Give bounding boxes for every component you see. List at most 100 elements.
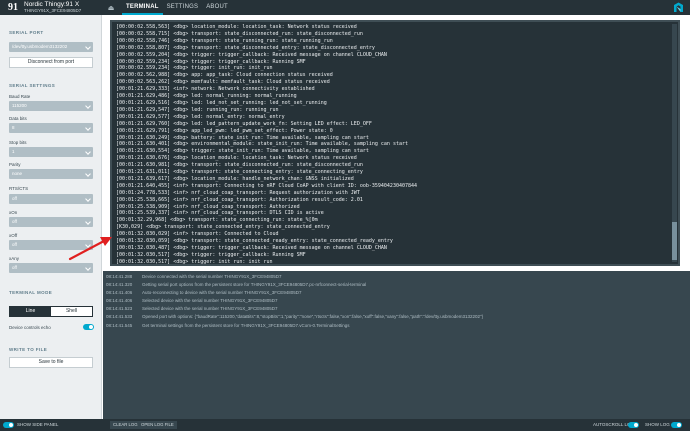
log-timestamp: 08:14:41.533: [106, 314, 133, 320]
stop-bits-select[interactable]: 1: [9, 147, 93, 157]
log-message: Getting serial port options from the per…: [142, 282, 367, 288]
terminal-line: [00:01:21.630,401] <dbg> environmental_m…: [116, 141, 408, 148]
red-arrow-annotation: [68, 237, 112, 261]
terminal-line: [00:00:02.563,262] <dbg> memfault: memfa…: [116, 79, 330, 86]
log-timestamp: 08:14:41.523: [106, 306, 133, 312]
write-to-file-title: WRITE TO FILE: [9, 347, 48, 352]
tab-bar: TERMINAL SETTINGS ABOUT: [122, 0, 232, 15]
xany-select[interactable]: off: [9, 263, 93, 273]
terminal-line: [00:01:21.630,676] <dbg> location_module…: [116, 155, 357, 162]
show-log-label: SHOW LOG: [645, 422, 670, 427]
terminal-line: [00:00:02.559,234] <dbg> trigger: trigge…: [116, 58, 306, 65]
terminal-line: [00:01:21.629,547] <dbg> led: running_ru…: [116, 106, 279, 113]
mode-shell-button[interactable]: Shell: [51, 307, 92, 316]
tab-about[interactable]: ABOUT: [202, 0, 232, 15]
terminal-line: [00:01:21.629,760] <dbg> led: led_patter…: [116, 120, 372, 127]
terminal-lines: [00:00:02.558,563] <dbg> location_module…: [116, 24, 668, 265]
log-panel[interactable]: 08:14:41.288 Device connected with the se…: [103, 271, 690, 419]
tab-settings[interactable]: SETTINGS: [163, 0, 203, 15]
device-echo-toggle[interactable]: [83, 324, 94, 330]
terminal-line: [00:01:32.030,029] <inf> transport: Conn…: [116, 231, 279, 238]
nordic-logo-icon: [674, 2, 683, 12]
eject-icon[interactable]: ⏏: [106, 4, 116, 12]
data-bits-select[interactable]: 8: [9, 123, 93, 133]
xoff-label: xOff: [9, 233, 18, 238]
parity-select[interactable]: none: [9, 169, 93, 179]
terminal-line: [00:00:02.562,988] <dbg> app: app_task: …: [116, 72, 333, 79]
terminal-line: [K30,029] <dbg> transport: state_connect…: [116, 224, 330, 231]
terminal-line: [00:00:02.558,715] <dbg> transport: stat…: [116, 30, 363, 37]
port-select[interactable]: /dev/tty.usbmodem3132202: [9, 42, 93, 52]
show-side-panel-label: SHOW SIDE PANEL: [17, 422, 59, 427]
log-timestamp: 08:14:41.406: [106, 298, 133, 304]
device-serial: THINGY91X_3FCE94805D7: [24, 8, 82, 13]
device-echo-label: Device controls echo: [9, 325, 51, 330]
log-row: 08:14:41.288 Device connected with the se…: [106, 273, 483, 281]
terminal-line: [00:01:21.630,249] <dbg> battery: state_…: [116, 134, 369, 141]
terminal-line: [00:01:25.538,909] <inf> nrf_cloud_coap_…: [116, 203, 300, 210]
tab-terminal[interactable]: TERMINAL: [122, 0, 163, 15]
device-selector[interactable]: Nordic Thingy:91 X THINGY91X_3FCE94805D7: [24, 1, 106, 14]
port-value: /dev/tty.usbmodem3132202: [12, 44, 68, 49]
log-message: Opened port with options: {"baudRate":11…: [142, 314, 484, 320]
rtscts-label: RTS/CTS: [9, 186, 29, 191]
stop-bits-value: 1: [12, 149, 15, 154]
chevron-down-icon: [85, 219, 91, 225]
log-timestamp: 08:14:41.545: [106, 322, 133, 328]
baud-rate-select[interactable]: 115200: [9, 101, 93, 111]
data-bits-label: Data bits: [9, 116, 27, 121]
serial-settings-title: SERIAL SETTINGS: [9, 83, 56, 88]
rtscts-value: off: [12, 196, 17, 201]
disconnect-button[interactable]: Disconnect from port: [9, 57, 93, 68]
terminal-line: [00:01:25.539,337] <inf> nrf_cloud_coap_…: [116, 210, 324, 217]
side-panel: SERIAL PORT /dev/tty.usbmodem3132202 Dis…: [0, 15, 102, 419]
terminal-line: [00:01:21.629,486] <dbg> led: normal_run…: [116, 93, 297, 100]
save-to-file-button[interactable]: Save to file: [9, 357, 93, 368]
log-message: Auto-reconnecting to device with the ser…: [142, 290, 302, 296]
terminal-line: [00:01:21.629,791] <dbg> app_led_pwm: le…: [116, 127, 333, 134]
chevron-down-icon: [85, 125, 91, 131]
app-icon: 91: [8, 2, 18, 13]
terminal-line: [00:01:32.030,059] <dbg> transport: stat…: [116, 238, 393, 245]
autoscroll-log-toggle[interactable]: [628, 422, 639, 428]
terminal-output[interactable]: [00:00:02.558,563] <dbg> location_module…: [110, 20, 680, 266]
terminal-line: [00:01:32.29,968] <dbg> transport: state…: [116, 217, 318, 224]
log-timestamp: 08:14:41.320: [106, 282, 133, 288]
xany-label: xAny: [9, 256, 20, 261]
log-message: Get terminal settings from the persisten…: [142, 322, 350, 328]
terminal-scroll-thumb[interactable]: [672, 222, 677, 260]
chevron-down-icon: [85, 103, 91, 109]
clear-log-button[interactable]: CLEAR LOG: [110, 421, 141, 429]
show-side-panel-toggle[interactable]: [3, 422, 14, 428]
terminal-line: [00:01:24.778,533] <inf> nrf_cloud_coap_…: [116, 189, 360, 196]
mode-line-button[interactable]: Line: [10, 307, 51, 316]
terminal-line: [00:00:02.559,234] <dbg> trigger: init_r…: [116, 65, 273, 72]
log-message: Device connected with the serial number …: [142, 274, 282, 279]
baud-rate-label: Baud Rate: [9, 94, 31, 99]
terminal-line: [00:01:32.030,517] <dbg> trigger: trigge…: [116, 251, 306, 258]
xany-value: off: [12, 265, 17, 270]
chevron-down-icon: [85, 171, 91, 177]
terminal-line: [00:01:32.030,517] <dbg> trigger: init_r…: [116, 258, 273, 265]
show-log-toggle[interactable]: [671, 422, 682, 428]
chevron-down-icon: [85, 196, 91, 202]
rtscts-select[interactable]: off: [9, 194, 93, 204]
open-log-file-button[interactable]: OPEN LOG FILE: [138, 421, 177, 429]
baud-rate-value: 115200: [12, 103, 27, 108]
terminal-line: [00:00:02.559,204] <dbg> trigger: trigge…: [116, 51, 387, 58]
terminal-line: [00:01:21.629,516] <dbg> led: led_not_se…: [116, 99, 327, 106]
log-timestamp: 08:14:41.288: [106, 274, 133, 279]
terminal-line: [00:01:25.538,665] <inf> nrf_cloud_coap_…: [116, 196, 363, 203]
stop-bits-label: Stop bits: [9, 140, 27, 145]
terminal-line: [00:00:02.558,563] <dbg> location_module…: [116, 24, 357, 30]
terminal-line: [00:01:21.631,011] <dbg> transport: stat…: [116, 169, 363, 176]
terminal-line: [00:01:21.629,333] <inf> network: Networ…: [116, 86, 315, 93]
log-row: 08:14:41.406 Selected device with the ser…: [106, 297, 483, 305]
xon-select[interactable]: off: [9, 217, 93, 227]
parity-value: none: [12, 171, 23, 176]
terminal-line: [00:01:21.640,455] <inf> transport: Conn…: [116, 182, 418, 189]
log-row: 08:14:41.523 Selected device with the ser…: [106, 305, 483, 313]
log-message: Selected device with the serial number T…: [142, 298, 278, 304]
log-lines: 08:14:41.288 Device connected with the se…: [106, 273, 483, 330]
top-bar: 91 Nordic Thingy:91 X THINGY91X_3FCE9480…: [0, 0, 690, 15]
